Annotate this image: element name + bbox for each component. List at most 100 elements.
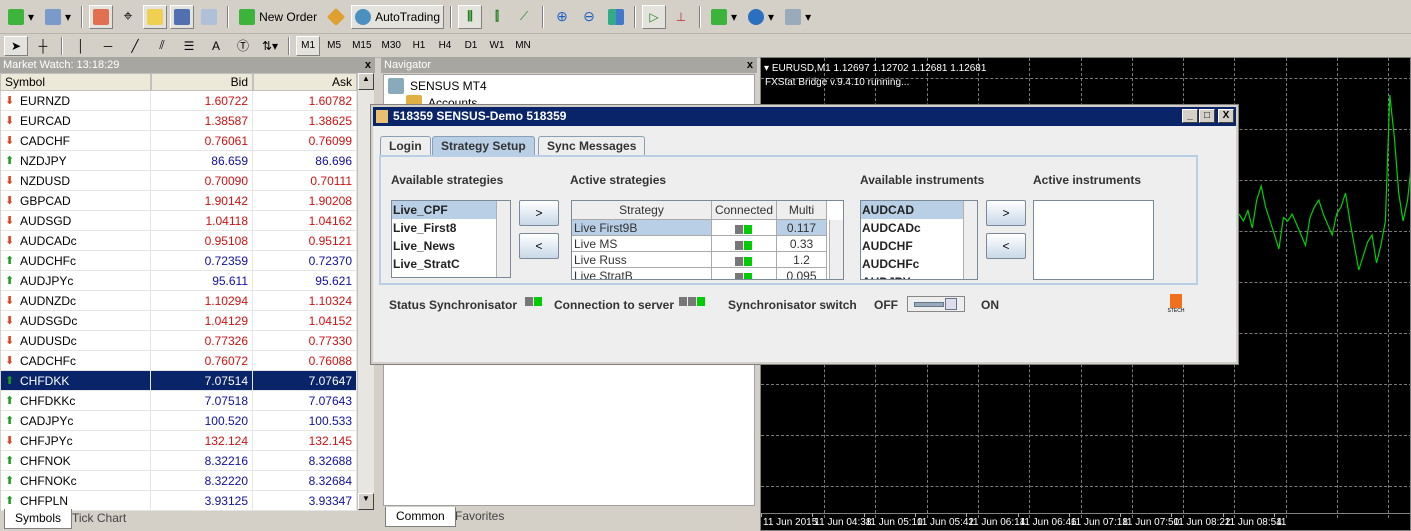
available-strategies-list[interactable]: Live_CPF Live_First8 Live_News Live_StratC bbox=[391, 200, 511, 278]
market-watch-row[interactable]: ⬆ AUDJPYc 95.611 95.621 bbox=[1, 271, 357, 291]
metaeditor-button[interactable] bbox=[324, 5, 348, 29]
indicators-button[interactable]: ▾ bbox=[707, 5, 741, 29]
market-watch-row[interactable]: ⬇ AUDSGD 1.04118 1.04162 bbox=[1, 211, 357, 231]
scroll-down-icon[interactable]: ▼ bbox=[358, 493, 374, 510]
timeframe-d1[interactable]: D1 bbox=[459, 36, 483, 56]
available-instruments-list[interactable]: AUDCADAUDCADcAUDCHFAUDCHFcAUDJPY bbox=[860, 200, 978, 280]
templates-button[interactable]: ▾ bbox=[781, 5, 815, 29]
zoom-out-button[interactable]: ⊖ bbox=[577, 5, 601, 29]
text-label-button[interactable]: Ⓣ bbox=[231, 36, 255, 56]
market-watch-row[interactable]: ⬆ AUDCHFc 0.72359 0.72370 bbox=[1, 251, 357, 271]
instrument-list-item[interactable]: AUDCHF bbox=[861, 237, 963, 255]
market-watch-row[interactable]: ⬇ NZDUSD 0.70090 0.70111 bbox=[1, 171, 357, 191]
market-watch-row[interactable]: ⬆ CHFDKKc 7.07518 7.07643 bbox=[1, 391, 357, 411]
strategy-tester-button[interactable] bbox=[197, 5, 221, 29]
market-watch-row[interactable]: ⬆ CADJPYc 100.520 100.533 bbox=[1, 411, 357, 431]
tab-login[interactable]: Login bbox=[380, 136, 431, 155]
tab-tick-chart[interactable]: Tick Chart bbox=[62, 509, 136, 529]
strategy-list-item[interactable]: Live_News bbox=[392, 237, 496, 255]
market-watch-row[interactable]: ⬆ CHFNOK 8.32216 8.32688 bbox=[1, 451, 357, 471]
cursor-button[interactable]: ➤ bbox=[4, 35, 28, 56]
column-header-ask[interactable]: Ask bbox=[253, 73, 357, 91]
tile-windows-button[interactable] bbox=[604, 5, 628, 29]
column-header-bid[interactable]: Bid bbox=[151, 73, 253, 91]
timeframe-mn[interactable]: MN bbox=[511, 36, 535, 56]
maximize-button[interactable]: □ bbox=[1199, 109, 1215, 123]
add-instrument-button[interactable]: > bbox=[986, 200, 1026, 226]
line-chart-button[interactable]: ⟋ bbox=[512, 5, 536, 29]
market-watch-row[interactable]: ⬇ AUDUSDc 0.77326 0.77330 bbox=[1, 331, 357, 351]
strategy-list-item[interactable]: Live_CPF bbox=[392, 201, 496, 219]
market-watch-row[interactable]: ⬇ EURCAD 1.38587 1.38625 bbox=[1, 111, 357, 131]
scroll-up-icon[interactable]: ▲ bbox=[358, 73, 374, 90]
autoscroll-button[interactable]: ▷ bbox=[642, 4, 667, 29]
close-button[interactable]: X bbox=[1218, 109, 1234, 123]
column-connected[interactable]: Connected bbox=[712, 201, 777, 220]
market-watch-row[interactable]: ⬇ AUDCADc 0.95108 0.95121 bbox=[1, 231, 357, 251]
terminal-button[interactable] bbox=[170, 4, 195, 29]
active-strategies-table[interactable]: Strategy Connected Multi Live First9B 0.1… bbox=[571, 200, 844, 280]
candlestick-button[interactable]: ⫿ bbox=[485, 5, 509, 29]
multi-cell[interactable]: 0.33 bbox=[777, 236, 827, 252]
timeframe-h1[interactable]: H1 bbox=[407, 36, 431, 56]
periods-button[interactable]: ▾ bbox=[744, 5, 778, 29]
tab-strategy-setup[interactable]: Strategy Setup bbox=[432, 136, 535, 155]
autotrading-button[interactable]: AutoTrading bbox=[351, 4, 445, 29]
column-strategy[interactable]: Strategy bbox=[572, 201, 712, 220]
market-watch-row[interactable]: ⬇ EURNZD 1.60722 1.60782 bbox=[1, 91, 357, 111]
market-watch-row[interactable]: ⬆ NZDJPY 86.659 86.696 bbox=[1, 151, 357, 171]
active-instruments-list[interactable] bbox=[1033, 200, 1154, 280]
market-watch-row[interactable]: ⬇ CADCHFc 0.76072 0.76088 bbox=[1, 351, 357, 371]
column-header-symbol[interactable]: Symbol bbox=[0, 73, 151, 91]
horizontal-line-button[interactable]: ─ bbox=[96, 36, 120, 56]
timeframe-m1[interactable]: M1 bbox=[296, 35, 321, 56]
strategy-name-cell[interactable]: Live Russ bbox=[572, 252, 712, 268]
market-watch-close-button[interactable]: x bbox=[365, 57, 371, 73]
column-multi[interactable]: Multi bbox=[777, 201, 827, 220]
timeframe-h4[interactable]: H4 bbox=[433, 36, 457, 56]
trendline-button[interactable]: ╱ bbox=[123, 36, 147, 56]
scrollbar[interactable] bbox=[496, 201, 510, 277]
market-watch-row[interactable]: ⬆ CHFDKK 7.07514 7.07647 bbox=[1, 371, 357, 391]
equidistant-channel-button[interactable]: ⫽ bbox=[150, 36, 174, 56]
add-strategy-button[interactable]: > bbox=[519, 200, 559, 226]
strategy-list-item[interactable]: Live_First8 bbox=[392, 219, 496, 237]
navigator-button[interactable] bbox=[143, 4, 168, 29]
timeframe-m5[interactable]: M5 bbox=[322, 36, 346, 56]
slider-thumb[interactable] bbox=[945, 298, 957, 310]
minimize-button[interactable]: _ bbox=[1182, 109, 1198, 123]
tab-favorites[interactable]: Favorites bbox=[445, 507, 514, 527]
multi-cell[interactable]: 1.2 bbox=[777, 252, 827, 268]
scrollbar[interactable] bbox=[963, 201, 977, 279]
strategy-name-cell[interactable]: Live MS bbox=[572, 236, 712, 252]
instrument-list-item[interactable]: AUDJPY bbox=[861, 273, 963, 279]
new-chart-button[interactable]: ▾ bbox=[4, 5, 38, 29]
chart-shift-button[interactable]: ⊥ bbox=[669, 5, 693, 29]
tab-sync-messages[interactable]: Sync Messages bbox=[538, 136, 646, 155]
data-window-button[interactable]: ⌖ bbox=[116, 5, 140, 29]
market-watch-row[interactable]: ⬆ CHFPLN 3.93125 3.93347 bbox=[1, 491, 357, 511]
fibonacci-button[interactable]: ☰ bbox=[177, 36, 201, 56]
vertical-line-button[interactable]: │ bbox=[69, 36, 93, 56]
market-watch-row[interactable]: ⬆ CHFNOKc 8.32220 8.32684 bbox=[1, 471, 357, 491]
timeframe-w1[interactable]: W1 bbox=[485, 36, 509, 56]
arrows-button[interactable]: ⇅▾ bbox=[258, 36, 282, 56]
instrument-list-item[interactable]: AUDCADc bbox=[861, 219, 963, 237]
text-button[interactable]: A bbox=[204, 36, 228, 56]
multi-cell[interactable]: 0.117 bbox=[777, 220, 827, 236]
market-watch-row[interactable]: ⬇ CADCHF 0.76061 0.76099 bbox=[1, 131, 357, 151]
bar-chart-button[interactable]: ⫼ bbox=[458, 4, 483, 29]
market-watch-row[interactable]: ⬇ AUDSGDc 1.04129 1.04152 bbox=[1, 311, 357, 331]
instrument-list-item[interactable]: AUDCHFc bbox=[861, 255, 963, 273]
navigator-close-button[interactable]: x bbox=[747, 57, 753, 73]
market-watch-button[interactable] bbox=[89, 4, 114, 29]
timeframe-m15[interactable]: M15 bbox=[348, 36, 375, 56]
new-order-button[interactable]: New Order bbox=[235, 5, 321, 29]
strategy-list-item[interactable]: Live_StratC bbox=[392, 255, 496, 273]
strategy-name-cell[interactable]: Live StratB bbox=[572, 268, 712, 279]
remove-instrument-button[interactable]: < bbox=[986, 233, 1026, 259]
profiles-button[interactable]: ▾ bbox=[41, 5, 75, 29]
market-watch-row[interactable]: ⬇ GBPCAD 1.90142 1.90208 bbox=[1, 191, 357, 211]
crosshair-button[interactable]: ┼ bbox=[31, 36, 55, 56]
instrument-list-item[interactable]: AUDCAD bbox=[861, 201, 963, 219]
